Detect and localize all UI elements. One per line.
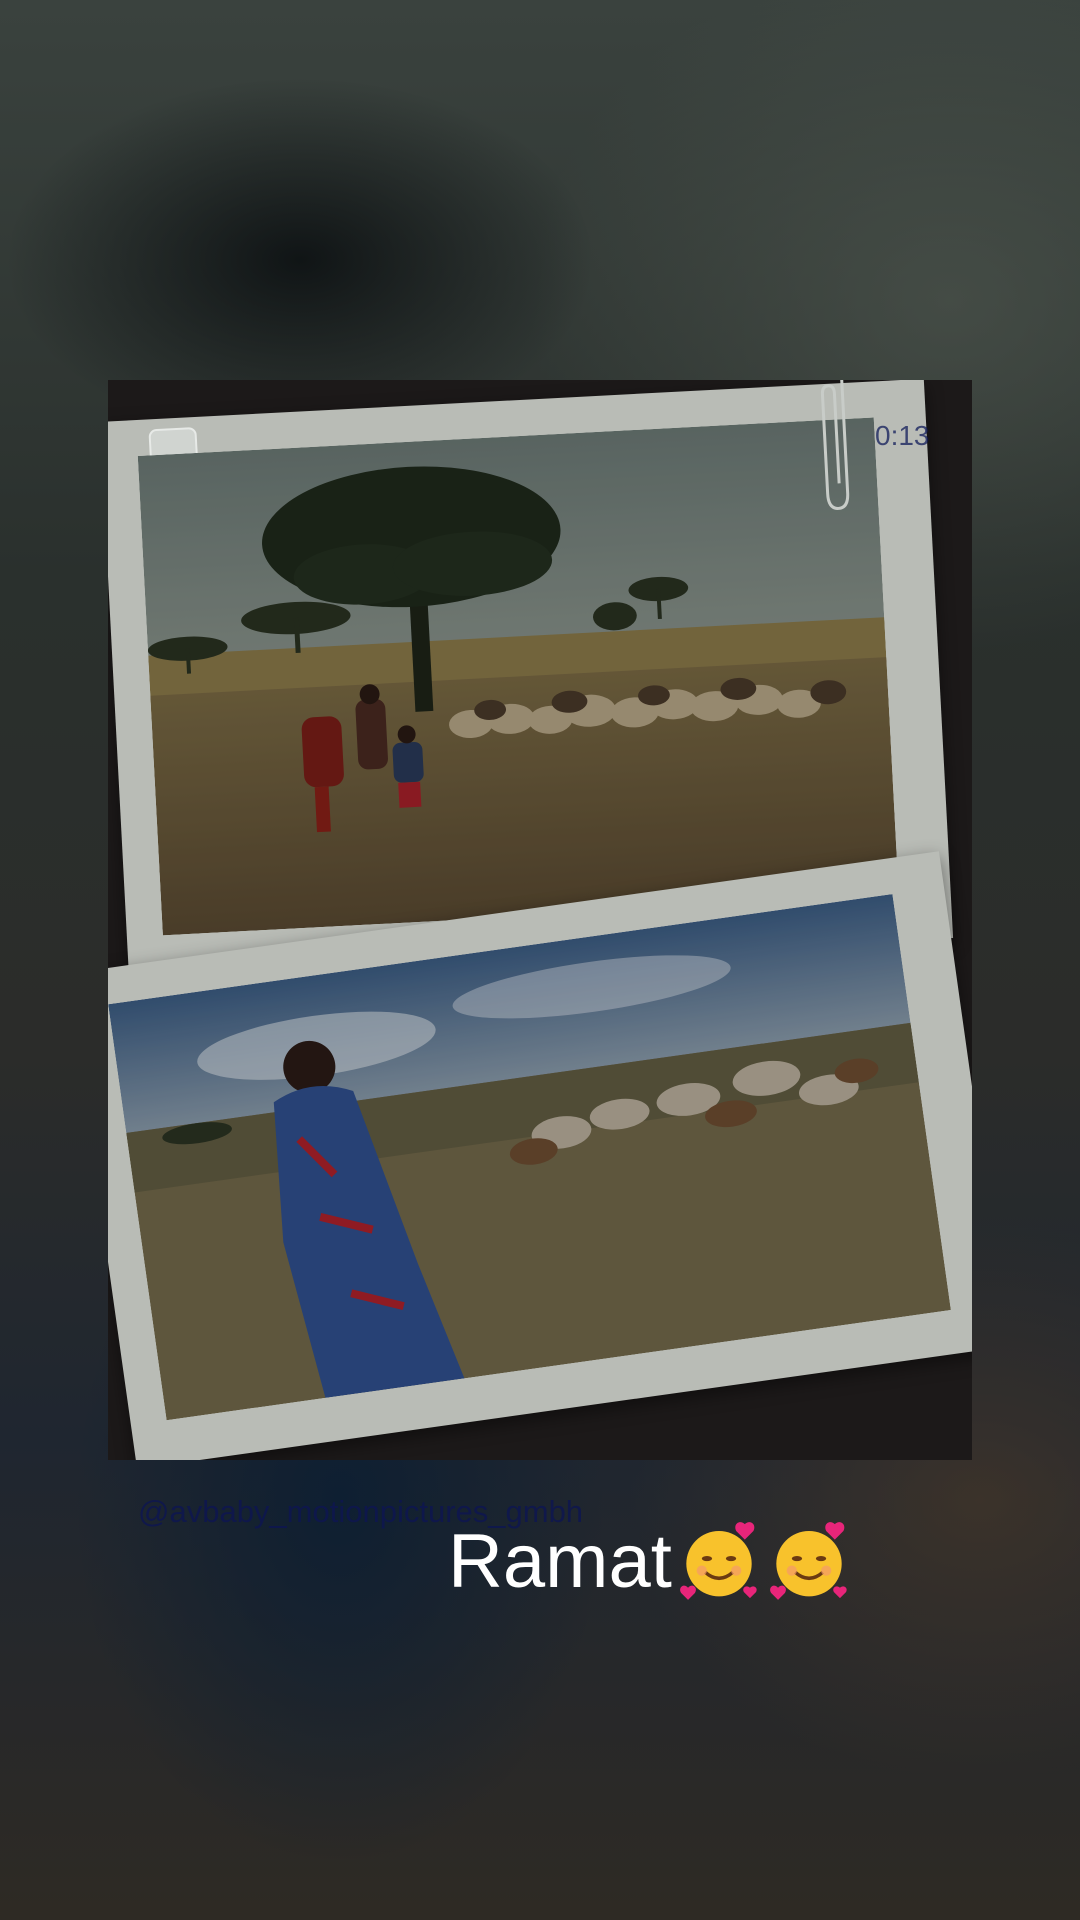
caption-text: Ramat [448,1519,672,1604]
smiling-face-with-hearts-icon [679,1521,757,1600]
smiling-face-with-hearts-icon [769,1521,847,1600]
herder-goats-image [108,894,951,1421]
photo-herders-sheep [137,417,899,936]
herders-sheep-image [137,417,899,936]
paperclip-icon [820,380,850,510]
story-caption: Ramat [448,1518,852,1605]
photo-herder-goats [108,894,951,1421]
story-viewer: 0:13 @avbaby_motionpictures_gmbh Ramat [0,0,1080,1920]
photo-collage [108,380,972,1460]
video-timestamp: 0:13 [875,420,930,451]
